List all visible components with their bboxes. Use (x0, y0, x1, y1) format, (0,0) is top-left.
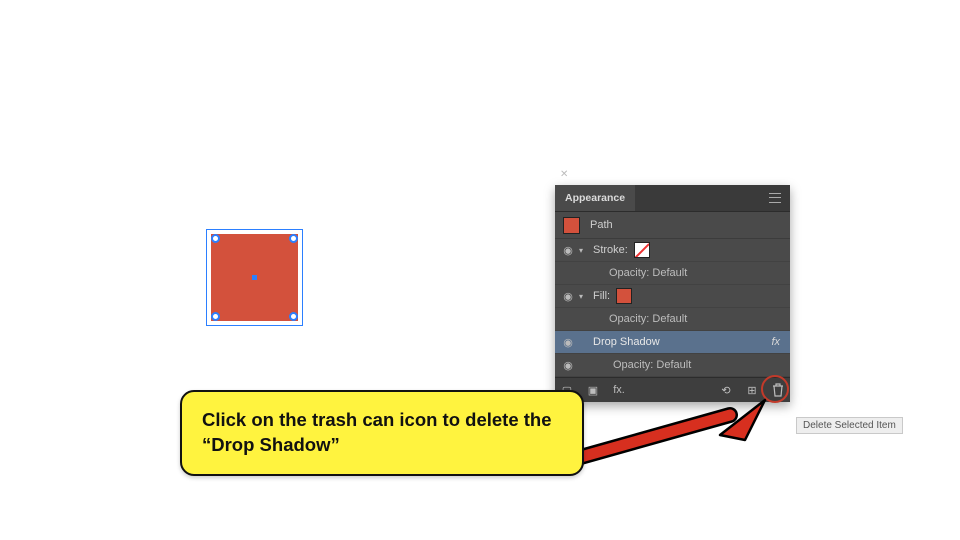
stroke-row[interactable]: ◉ ▾ Stroke: (555, 239, 790, 262)
opacity-value: Default (652, 267, 687, 279)
drop-shadow-label: Drop Shadow (593, 336, 660, 348)
appearance-panel: ✕ Appearance Path ◉ ▾ Stroke: Opacity: D… (555, 185, 790, 402)
panel-tab-bar: Appearance (555, 185, 790, 212)
resize-handle-bl[interactable] (211, 312, 220, 321)
visibility-icon[interactable]: ◉ (561, 290, 575, 303)
tooltip-delete-selected-item: Delete Selected Item (796, 417, 903, 434)
fill-opacity-row[interactable]: Opacity: Default (555, 308, 790, 331)
visibility-icon[interactable]: ◉ (561, 336, 575, 349)
instruction-callout: Click on the trash can icon to delete th… (180, 390, 584, 476)
annotation-arrow (550, 395, 780, 465)
resize-handle-tr[interactable] (289, 234, 298, 243)
stroke-opacity-row[interactable]: Opacity: Default (555, 262, 790, 285)
panel-close-icon[interactable]: ✕ (560, 169, 568, 180)
resize-handle-tl[interactable] (211, 234, 220, 243)
clear-appearance-icon[interactable]: ⟲ (718, 382, 734, 398)
object-swatch[interactable] (563, 217, 580, 234)
duplicate-item-icon[interactable]: ⊞ (744, 382, 760, 398)
opacity-label: Opacity: (609, 267, 649, 279)
object-type-row: Path (555, 212, 790, 239)
fill-label: Fill: (593, 290, 610, 302)
trash-icon[interactable] (770, 382, 786, 398)
fill-swatch[interactable] (616, 288, 632, 304)
fx-indicator-icon[interactable]: fx (771, 336, 784, 348)
add-effect-icon[interactable]: fx. (611, 382, 627, 398)
add-stroke-icon[interactable]: ▣ (585, 382, 601, 398)
panel-footer: ▢ ▣ fx. ⟲ ⊞ (555, 377, 790, 402)
visibility-icon[interactable]: ◉ (561, 359, 575, 372)
fill-row[interactable]: ◉ ▾ Fill: (555, 285, 790, 308)
center-point[interactable] (252, 275, 257, 280)
opacity-label: Opacity: (613, 359, 653, 371)
chevron-down-icon[interactable]: ▾ (579, 292, 589, 301)
chevron-down-icon[interactable]: ▾ (579, 246, 589, 255)
artboard: ✕ Appearance Path ◉ ▾ Stroke: Opacity: D… (0, 0, 960, 540)
tab-appearance[interactable]: Appearance (555, 185, 635, 211)
opacity-value: Default (656, 359, 691, 371)
selected-shape[interactable] (207, 230, 302, 325)
stroke-swatch-none[interactable] (634, 242, 650, 258)
panel-menu-icon[interactable] (764, 187, 786, 209)
opacity-value: Default (652, 313, 687, 325)
opacity-label: Opacity: (609, 313, 649, 325)
stroke-label: Stroke: (593, 244, 628, 256)
object-type-label: Path (590, 219, 613, 231)
drop-shadow-row[interactable]: ◉ Drop Shadow fx (555, 331, 790, 354)
resize-handle-br[interactable] (289, 312, 298, 321)
visibility-icon[interactable]: ◉ (561, 244, 575, 257)
overall-opacity-row[interactable]: ◉ Opacity: Default (555, 354, 790, 377)
